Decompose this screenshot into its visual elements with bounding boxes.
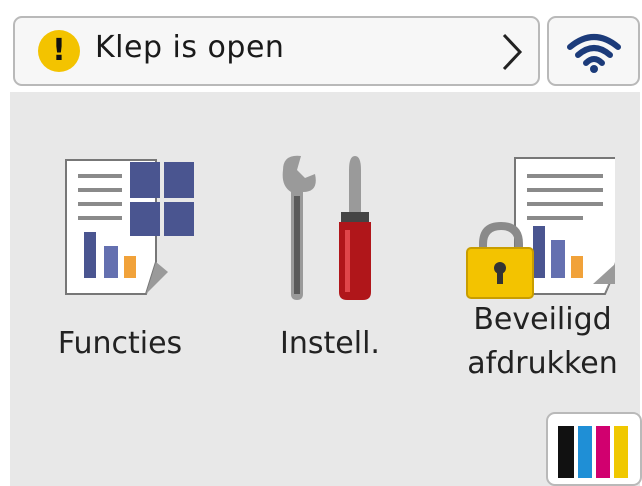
settings-tools-icon [282,155,371,300]
tile-settings[interactable]: Instell. [255,150,405,380]
ink-cartridges-icon [558,426,628,478]
secure-print-lock-icon [466,157,615,299]
warning-icon: ! [38,30,80,72]
wifi-button[interactable] [547,16,640,86]
wifi-icon [567,34,621,73]
tile-settings-label: Instell. [280,326,380,361]
tile-secure-print[interactable]: Beveiligd afdrukken [455,150,630,395]
tile-secure-print-label-line2: afdrukken [467,346,618,381]
status-message-text: Klep is open [95,30,285,65]
chevron-right-icon [502,33,523,71]
status-message-button[interactable]: ! Klep is open [13,16,540,86]
tile-secure-print-label-line1: Beveiligd [473,302,612,337]
tile-functions-label: Functies [57,326,183,361]
functions-document-icon [65,159,194,295]
tile-functions[interactable]: Functies [40,150,200,380]
ink-status-button[interactable] [546,412,642,486]
